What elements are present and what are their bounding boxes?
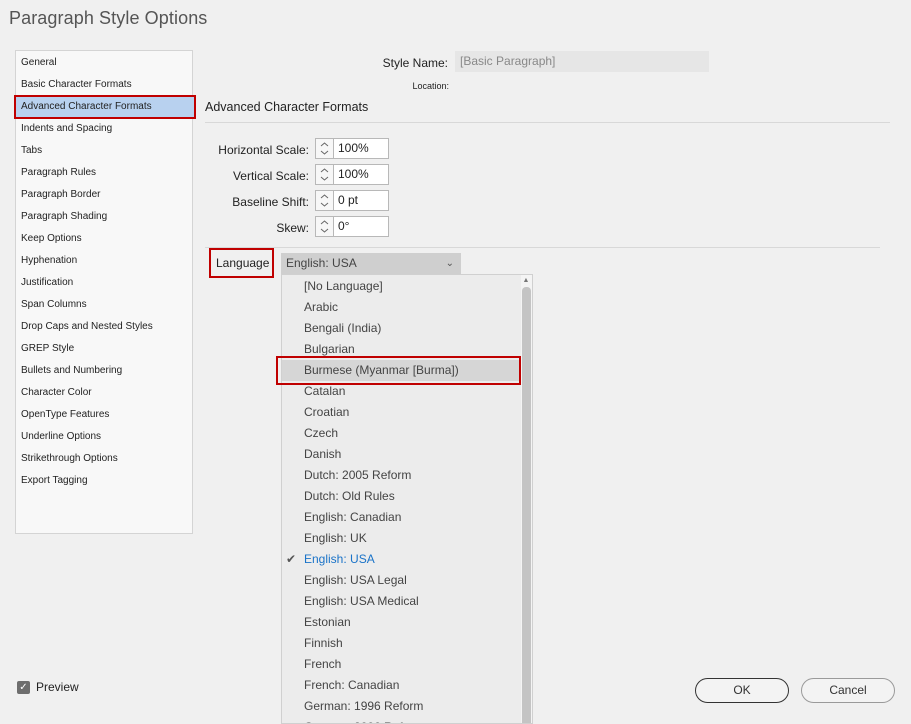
scroll-up-icon[interactable]: ▲ — [522, 277, 530, 285]
language-option-label: Bulgarian — [304, 342, 355, 356]
horizontal-scale-label: Horizontal Scale: — [218, 143, 309, 157]
vertical-scale-input[interactable]: 100% — [333, 164, 389, 185]
sidebar-item[interactable]: Character Color — [16, 382, 192, 404]
cancel-button[interactable]: Cancel — [801, 678, 895, 703]
language-option[interactable]: Estonian — [282, 612, 522, 633]
language-option-label: Catalan — [304, 384, 346, 398]
sidebar-item[interactable]: Drop Caps and Nested Styles — [16, 316, 192, 338]
sidebar-item[interactable]: Basic Character Formats — [16, 74, 192, 96]
sidebar-category-list: General Basic Character Formats Advanced C… — [14, 50, 196, 534]
language-option[interactable]: Bulgarian — [282, 339, 522, 360]
language-option[interactable]: English: UK — [282, 528, 522, 549]
location-label: Location: — [412, 81, 449, 91]
language-option[interactable]: Catalan — [282, 381, 522, 402]
language-option[interactable]: Bengali (India) — [282, 318, 522, 339]
language-option[interactable]: Dutch: Old Rules — [282, 486, 522, 507]
sidebar-item[interactable]: Advanced Character Formats — [14, 95, 196, 119]
baseline-shift-label: Baseline Shift: — [232, 195, 309, 209]
dropdown-scrollbar[interactable]: ▲ — [521, 275, 532, 723]
language-option[interactable]: French: Canadian — [282, 675, 522, 696]
language-dropdown-list: German: 2006 Reform German: 1996 Reform Fr… — [281, 274, 533, 724]
sidebar-item[interactable]: Bullets and Numbering — [16, 360, 192, 382]
baseline-shift-stepper[interactable] — [315, 190, 334, 211]
section-title: Advanced Character Formats — [205, 100, 369, 114]
language-option-label: Arabic — [304, 300, 339, 314]
style-name-field[interactable]: [Basic Paragraph] — [455, 51, 709, 72]
baseline-shift-input[interactable]: 0 pt — [333, 190, 389, 211]
language-option-label: Dutch: Old Rules — [304, 489, 395, 503]
language-option-label: Danish — [304, 447, 342, 461]
language-label: Language — [209, 248, 274, 278]
skew-input[interactable]: 0° — [333, 216, 389, 237]
language-option-label: English: USA — [304, 552, 375, 566]
language-option-label: Dutch: 2005 Reform — [304, 468, 412, 482]
preview-checkbox[interactable]: ✓ — [17, 681, 30, 694]
sidebar-item[interactable]: Strikethrough Options — [16, 448, 192, 470]
skew-stepper[interactable] — [315, 216, 334, 237]
language-option-label: German: 2006 Reform — [304, 720, 423, 723]
chevron-down-icon: ⌄ — [445, 258, 454, 269]
dialog-title: Paragraph Style Options — [9, 8, 208, 28]
language-option-label: English: USA Medical — [304, 594, 419, 608]
sidebar-item[interactable]: GREP Style — [16, 338, 192, 360]
language-option[interactable]: English: USA Medical — [282, 591, 522, 612]
vertical-scale-stepper[interactable] — [315, 164, 334, 185]
sidebar-item[interactable]: Hyphenation — [16, 250, 192, 272]
sidebar-item[interactable]: OpenType Features — [16, 404, 192, 426]
language-option[interactable]: Arabic — [282, 297, 522, 318]
sidebar-item[interactable]: Span Columns — [16, 294, 192, 316]
language-option-label: Burmese (Myanmar [Burma]) — [304, 363, 459, 377]
sidebar-item[interactable]: Underline Options — [16, 426, 192, 448]
language-option-label: German: 1996 Reform — [304, 699, 424, 713]
checkmark-icon: ✔ — [286, 552, 297, 566]
language-option[interactable]: Danish — [282, 444, 522, 465]
language-option-label: Finnish — [304, 636, 343, 650]
preview-label: Preview — [36, 680, 79, 694]
language-select[interactable]: English: USA ⌄ — [281, 253, 461, 274]
language-option-label: Estonian — [304, 615, 351, 629]
language-option-label: French: Canadian — [304, 678, 400, 692]
vertical-scale-label: Vertical Scale: — [232, 169, 309, 183]
language-option[interactable]: [No Language] — [282, 276, 522, 297]
language-option[interactable]: Finnish — [282, 633, 522, 654]
language-option[interactable]: German: 1996 Reform — [282, 696, 522, 717]
language-option[interactable]: ✔ English: USA — [282, 549, 522, 570]
language-option[interactable]: German: 2006 Reform — [282, 717, 522, 723]
language-option[interactable]: Czech — [282, 423, 522, 444]
language-option-label: English: Canadian — [304, 510, 402, 524]
language-option-label: French — [304, 657, 342, 671]
language-option-label: [No Language] — [304, 279, 383, 293]
language-option[interactable]: Croatian — [282, 402, 522, 423]
language-option[interactable]: English: Canadian — [282, 507, 522, 528]
language-option-label: Bengali (India) — [304, 321, 382, 335]
language-select-value: English: USA — [286, 256, 357, 270]
sidebar-item[interactable]: Export Tagging — [16, 470, 192, 492]
sidebar-item[interactable]: Indents and Spacing — [16, 118, 192, 140]
ok-button[interactable]: OK — [695, 678, 789, 703]
language-option-label: Czech — [304, 426, 339, 440]
horizontal-scale-input[interactable]: 100% — [333, 138, 389, 159]
language-option[interactable]: French — [282, 654, 522, 675]
skew-label: Skew: — [276, 221, 309, 235]
horizontal-scale-stepper[interactable] — [315, 138, 334, 159]
sidebar-item[interactable]: Justification — [16, 272, 192, 294]
language-option[interactable]: Dutch: 2005 Reform — [282, 465, 522, 486]
language-option-label: Croatian — [304, 405, 350, 419]
language-option-label: English: UK — [304, 531, 367, 545]
scrollbar-thumb[interactable] — [522, 287, 531, 723]
sidebar-item[interactable]: General — [16, 52, 192, 74]
fields-divider — [205, 247, 880, 248]
style-name-label: Style Name: — [382, 56, 448, 70]
section-divider — [205, 122, 890, 123]
language-option-label: English: USA Legal — [304, 573, 407, 587]
language-option[interactable]: English: USA Legal — [282, 570, 522, 591]
language-option[interactable]: Burmese (Myanmar [Burma]) — [282, 360, 522, 381]
